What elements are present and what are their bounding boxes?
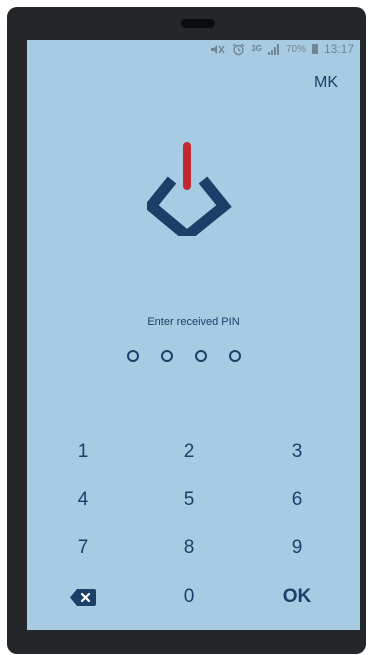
battery-percent: 70% — [285, 43, 306, 55]
pin-dot — [195, 350, 207, 362]
pin-dot — [161, 350, 173, 362]
key-4[interactable]: 4 — [43, 482, 123, 518]
key-8[interactable]: 8 — [149, 530, 229, 566]
backspace-icon — [70, 588, 96, 606]
key-9[interactable]: 9 — [257, 530, 337, 566]
pin-indicator — [127, 350, 241, 362]
pin-dot — [229, 350, 241, 362]
battery-icon — [311, 44, 318, 54]
power-diamond-logo — [147, 142, 232, 236]
status-bar: 3G 70% 13:17 — [210, 41, 354, 57]
signal-icon — [267, 43, 280, 55]
key-6[interactable]: 6 — [257, 482, 337, 518]
pin-dot — [127, 350, 139, 362]
clock: 13:17 — [323, 42, 354, 56]
key-3[interactable]: 3 — [257, 434, 337, 470]
pin-screen: 3G 70% 13:17 MK Enter received PIN 1 2 3… — [27, 40, 360, 630]
ok-button[interactable]: OK — [257, 579, 337, 615]
pin-prompt: Enter received PIN — [147, 316, 240, 328]
network-3g-icon: 3G — [251, 44, 262, 53]
mute-icon — [210, 44, 226, 55]
key-5[interactable]: 5 — [149, 482, 229, 518]
user-initials[interactable]: MK — [314, 74, 338, 92]
key-1[interactable]: 1 — [43, 434, 123, 470]
alarm-icon — [232, 42, 245, 56]
earpiece-speaker — [181, 19, 215, 28]
backspace-button[interactable] — [43, 579, 123, 615]
key-0[interactable]: 0 — [149, 579, 229, 615]
key-2[interactable]: 2 — [149, 434, 229, 470]
key-7[interactable]: 7 — [43, 530, 123, 566]
